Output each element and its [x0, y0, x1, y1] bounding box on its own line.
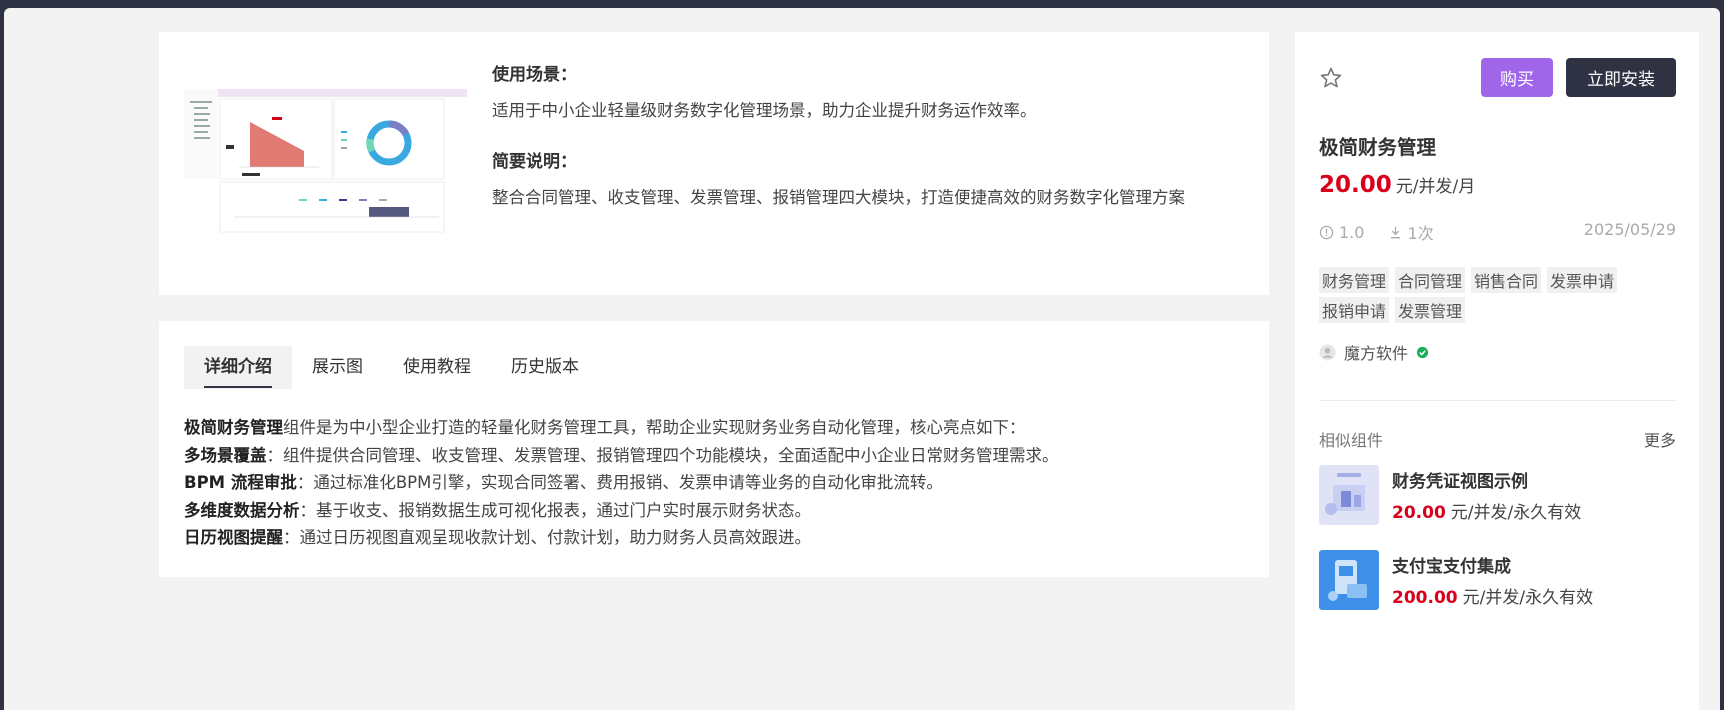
detail-card: 详细介绍 展示图 使用教程 历史版本 极简财务管理组件是为中小型企业打造的轻量化… [159, 321, 1269, 577]
price-unit: 元/并发/月 [1395, 177, 1476, 197]
tag[interactable]: 财务管理 [1319, 267, 1390, 293]
scene-heading: 使用场景： [492, 65, 577, 85]
divider [1319, 400, 1676, 401]
tag-list: 财务管理 合同管理 销售合同 发票申请 报销申请 发票管理 [1319, 267, 1649, 323]
similar-item-name: 支付宝支付集成 [1392, 557, 1511, 577]
description-line: BPM 流程审批：通过标准化BPM引擎，实现合同签署、费用报销、发票申请等业务的… [184, 473, 943, 492]
info-icon [1319, 225, 1334, 239]
similar-item-thumbnail [1319, 465, 1379, 525]
more-link[interactable]: 更多 [1644, 427, 1676, 451]
download-info: 1次 [1388, 220, 1434, 244]
tab-history[interactable]: 历史版本 [491, 346, 599, 389]
scene-text: 适用于中小企业轻量级财务数字化管理场景，助力企业提升财务运作效率。 [492, 101, 1037, 120]
tab-details[interactable]: 详细介绍 [184, 346, 292, 389]
tag[interactable]: 报销申请 [1319, 297, 1390, 323]
description-line: 多维度数据分析：基于收支、报销数据生成可视化报表，通过门户实时展示财务状态。 [184, 500, 811, 520]
similar-item[interactable]: 支付宝支付集成 200.00 元/并发/永久有效 [1319, 550, 1679, 610]
price-value: 20.00 [1319, 172, 1392, 198]
avatar-icon [1319, 343, 1336, 361]
tag[interactable]: 发票申请 [1547, 267, 1618, 293]
release-date: 2025/05/29 [1583, 220, 1676, 239]
description-body: 极简财务管理组件是为中小型企业打造的轻量化财务管理工具，帮助企业实现财务业务自动… [184, 414, 1244, 552]
product-sidebar: 购买 立即安装 极简财务管理 20.00元/并发/月 1.0 1次 2025/ [1295, 32, 1699, 710]
version-info: 1.0 [1319, 223, 1364, 242]
download-count: 1次 [1407, 224, 1434, 243]
page-background: 使用场景： 适用于中小企业轻量级财务数字化管理场景，助力企业提升财务运作效率。 … [4, 8, 1720, 710]
similar-item-thumbnail [1319, 550, 1379, 610]
buy-button[interactable]: 购买 [1481, 58, 1553, 97]
install-button[interactable]: 立即安装 [1566, 58, 1676, 97]
similar-item[interactable]: 财务凭证视图示例 20.00 元/并发/永久有效 [1319, 465, 1679, 525]
favorite-star-icon[interactable] [1319, 66, 1343, 90]
description-line: 极简财务管理组件是为中小型企业打造的轻量化财务管理工具，帮助企业实现财务业务自动… [184, 418, 1026, 437]
product-meta: 1.0 1次 2025/05/29 [1319, 220, 1676, 244]
tag[interactable]: 合同管理 [1395, 267, 1466, 293]
download-icon [1390, 226, 1400, 238]
product-title: 极简财务管理 [1319, 136, 1437, 159]
tab-screenshots[interactable]: 展示图 [292, 346, 383, 389]
product-screenshot-thumbnail[interactable] [184, 89, 467, 234]
description-line: 日历视图提醒：通过日历视图直观呈现收款计划、付款计划，助力财务人员高效跟进。 [184, 528, 811, 547]
author-name: 魔方软件 [1344, 344, 1409, 363]
detail-tabs: 详细介绍 展示图 使用教程 历史版本 [184, 346, 599, 389]
tab-tutorial[interactable]: 使用教程 [383, 346, 491, 389]
version-text: 1.0 [1339, 222, 1365, 242]
brief-heading: 简要说明： [492, 152, 577, 172]
description-line: 多场景覆盖：组件提供合同管理、收支管理、发票管理、报销管理四个功能模块，全面适配… [184, 445, 1059, 465]
similar-item-price: 20.00 元/并发/永久有效 [1392, 503, 1582, 523]
verified-badge-icon [1416, 346, 1429, 358]
author[interactable]: 魔方软件 [1319, 340, 1429, 364]
similar-header: 相似组件 更多 [1319, 427, 1676, 451]
similar-item-price: 200.00 元/并发/永久有效 [1392, 588, 1594, 608]
similar-heading: 相似组件 [1319, 431, 1384, 450]
similar-item-name: 财务凭证视图示例 [1392, 472, 1528, 492]
overview-card: 使用场景： 适用于中小企业轻量级财务数字化管理场景，助力企业提升财务运作效率。 … [159, 32, 1269, 295]
brief-text: 整合合同管理、收支管理、发票管理、报销管理四大模块，打造便捷高效的财务数字化管理… [492, 188, 1185, 207]
tag[interactable]: 发票管理 [1395, 297, 1466, 323]
overview-info: 使用场景： 适用于中小企业轻量级财务数字化管理场景，助力企业提升财务运作效率。 … [492, 60, 1252, 208]
tag[interactable]: 销售合同 [1471, 267, 1542, 293]
product-price: 20.00 元/并发/月 [1319, 172, 1475, 198]
